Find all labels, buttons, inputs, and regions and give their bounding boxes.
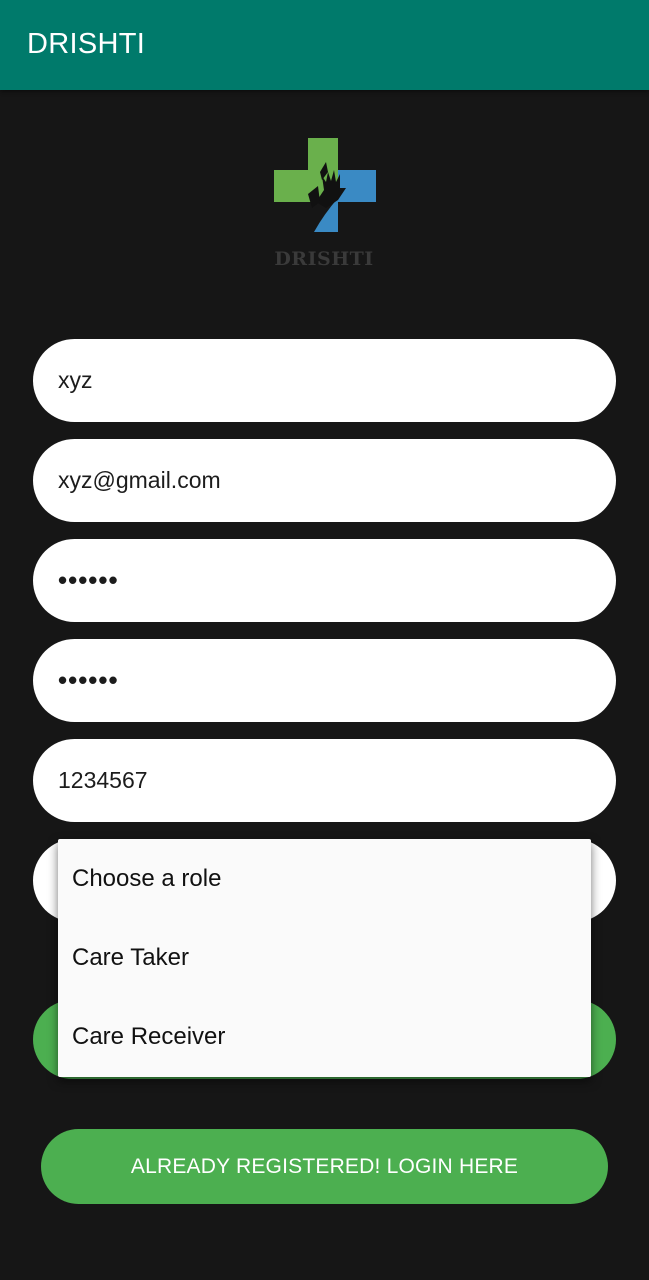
app-bar: DRISHTI (0, 0, 649, 90)
role-option-care-receiver[interactable]: Care Receiver (58, 998, 591, 1077)
name-input[interactable]: xyz (33, 339, 616, 422)
logo-text: DRISHTI (274, 248, 374, 270)
app-title: DRISHTI (27, 28, 146, 60)
confirm-password-input[interactable]: •••••• (33, 639, 616, 722)
login-here-button[interactable]: ALREADY REGISTERED! LOGIN HERE (41, 1129, 608, 1204)
email-input[interactable]: xyz@gmail.com (33, 439, 616, 522)
role-option-choose[interactable]: Choose a role (58, 839, 591, 918)
password-input[interactable]: •••••• (33, 539, 616, 622)
role-dropdown-menu: Choose a role Care Taker Care Receiver (58, 839, 591, 1077)
role-option-care-taker[interactable]: Care Taker (58, 918, 591, 997)
phone-input[interactable]: 1234567 (33, 739, 616, 822)
